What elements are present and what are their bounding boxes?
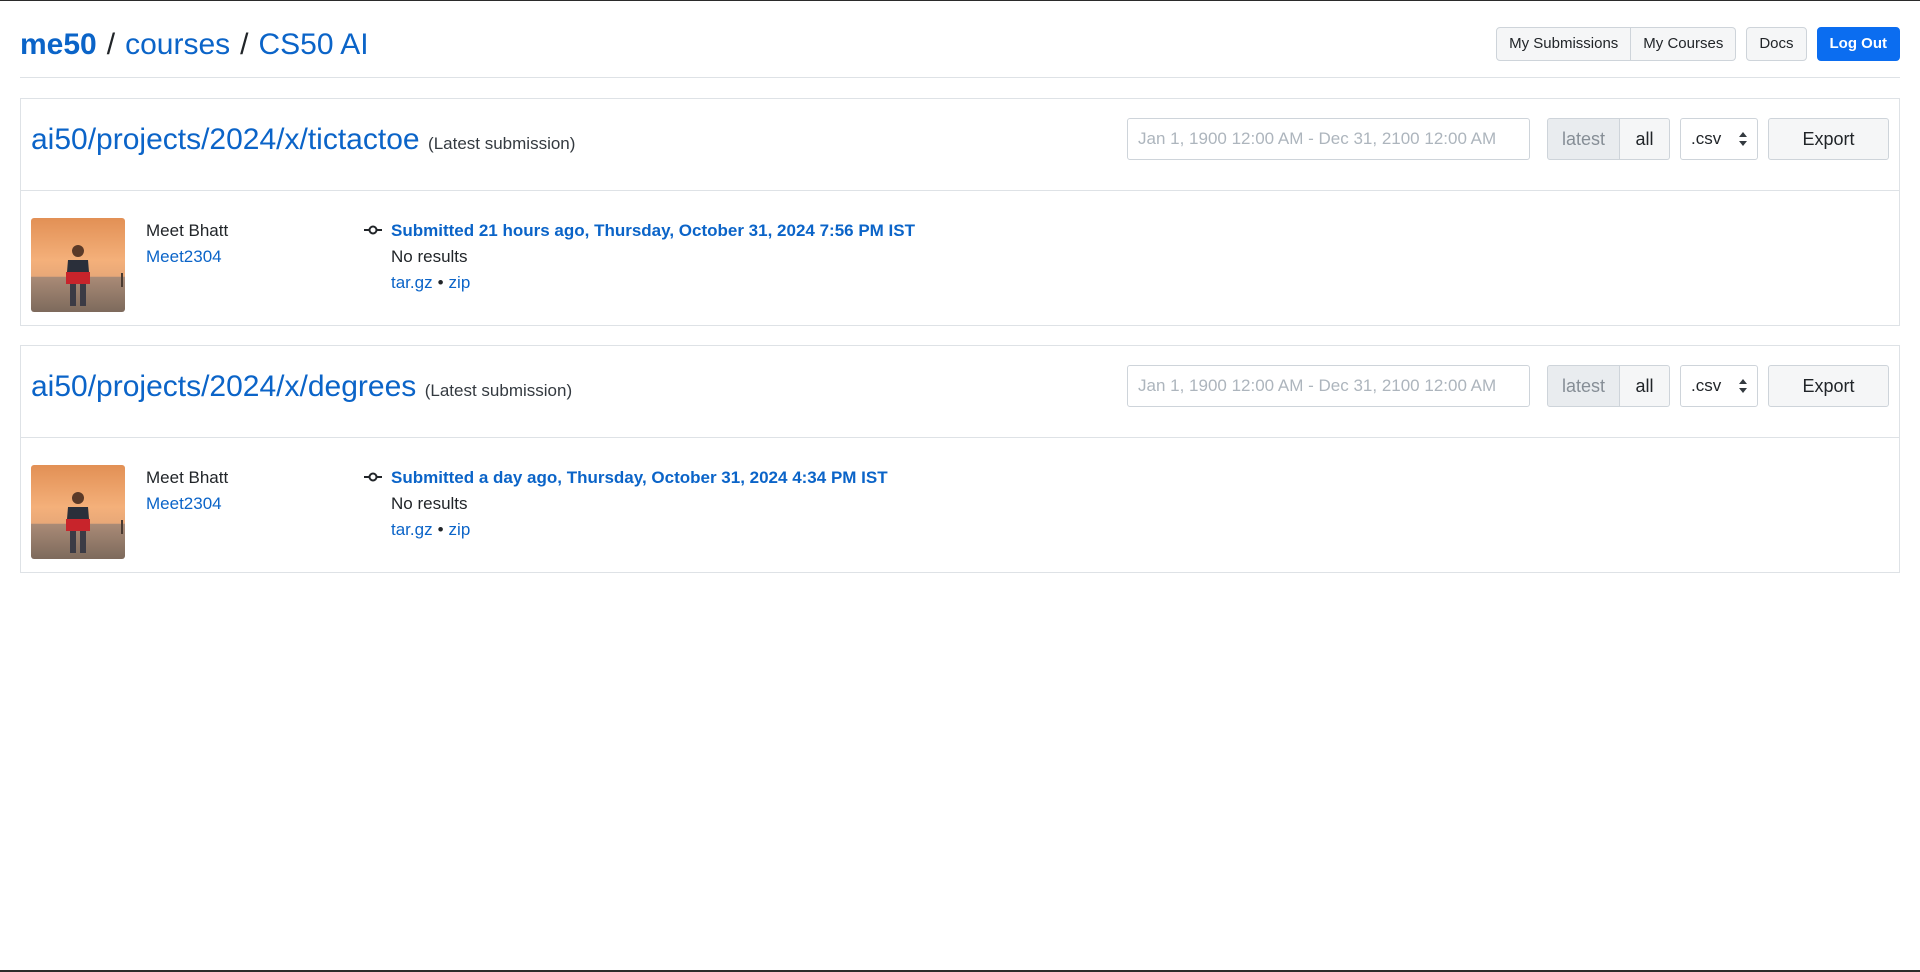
project-tools: latest all .csv Export bbox=[1127, 365, 1889, 407]
breadcrumb-course-link[interactable]: CS50 AI bbox=[258, 28, 368, 61]
all-toggle[interactable]: all bbox=[1620, 365, 1670, 407]
user-name: Meet Bhatt bbox=[146, 468, 229, 487]
avatar bbox=[31, 465, 125, 559]
latest-toggle[interactable]: latest bbox=[1547, 365, 1620, 407]
select-arrows-icon bbox=[1739, 379, 1747, 393]
format-select[interactable]: .csv bbox=[1680, 118, 1758, 160]
select-arrows-icon bbox=[1739, 132, 1747, 146]
project-tools: latest all .csv Export bbox=[1127, 118, 1889, 160]
brand-link[interactable]: me50 bbox=[20, 28, 97, 61]
user-name: Meet Bhatt bbox=[146, 221, 229, 240]
my-submissions-button[interactable]: My Submissions bbox=[1496, 27, 1632, 61]
format-select[interactable]: .csv bbox=[1680, 365, 1758, 407]
download-links: tar.gz • zip bbox=[391, 520, 470, 540]
result-text: No results bbox=[391, 494, 468, 513]
project-path-link[interactable]: ai50/projects/2024/x/degrees bbox=[31, 370, 416, 403]
download-separator: • bbox=[437, 273, 444, 292]
docs-button[interactable]: Docs bbox=[1746, 27, 1807, 61]
submission-row: Meet Bhatt Meet2304 Submitted 21 hours a… bbox=[21, 191, 1899, 325]
all-toggle[interactable]: all bbox=[1620, 118, 1670, 160]
export-button[interactable]: Export bbox=[1768, 118, 1889, 160]
result-text: No results bbox=[391, 247, 468, 266]
project-path-link[interactable]: ai50/projects/2024/x/tictactoe bbox=[31, 123, 420, 156]
download-separator: • bbox=[437, 520, 444, 539]
date-range-input[interactable] bbox=[1127, 365, 1530, 407]
breadcrumb: me50 / courses / CS50 AI bbox=[20, 25, 369, 65]
project-card-header: ai50/projects/2024/x/tictactoe (Latest s… bbox=[21, 99, 1899, 191]
commit-icon bbox=[364, 472, 382, 482]
breadcrumb-separator: / bbox=[240, 28, 249, 61]
format-select-value: .csv bbox=[1691, 376, 1722, 395]
breadcrumb-courses-link[interactable]: courses bbox=[125, 28, 230, 61]
submission-row: Meet Bhatt Meet2304 Submitted a day ago,… bbox=[21, 438, 1899, 572]
latest-toggle[interactable]: latest bbox=[1547, 118, 1620, 160]
avatar bbox=[31, 218, 125, 312]
latest-submission-tag: (Latest submission) bbox=[428, 134, 576, 153]
log-out-button[interactable]: Log Out bbox=[1816, 27, 1900, 61]
commit-icon bbox=[364, 225, 382, 235]
header: me50 / courses / CS50 AI My Submissions My C… bbox=[20, 1, 1900, 78]
download-targz-link[interactable]: tar.gz bbox=[391, 273, 433, 292]
page: me50 / courses / CS50 AI My Submissions My C… bbox=[0, 0, 1920, 972]
nav-buttons: My Submissions My Courses Docs Log Out bbox=[1496, 27, 1900, 61]
project-card-header: ai50/projects/2024/x/degrees (Latest sub… bbox=[21, 346, 1899, 438]
project-card: ai50/projects/2024/x/degrees (Latest sub… bbox=[20, 345, 1900, 573]
username-link[interactable]: Meet2304 bbox=[146, 494, 222, 514]
date-range-input[interactable] bbox=[1127, 118, 1530, 160]
project-card: ai50/projects/2024/x/tictactoe (Latest s… bbox=[20, 98, 1900, 326]
download-zip-link[interactable]: zip bbox=[449, 520, 471, 539]
breadcrumb-separator: / bbox=[106, 28, 116, 61]
format-select-value: .csv bbox=[1691, 129, 1722, 148]
submission-link[interactable]: Submitted a day ago, Thursday, October 3… bbox=[391, 468, 888, 488]
nav-button-group: My Submissions My Courses bbox=[1496, 27, 1737, 61]
project-title: ai50/projects/2024/x/degrees (Latest sub… bbox=[31, 370, 572, 404]
username-link[interactable]: Meet2304 bbox=[146, 247, 222, 267]
submission-filter-toggle: latest all bbox=[1547, 118, 1670, 160]
download-zip-link[interactable]: zip bbox=[449, 273, 471, 292]
latest-submission-tag: (Latest submission) bbox=[424, 381, 573, 400]
submission-link[interactable]: Submitted 21 hours ago, Thursday, Octobe… bbox=[391, 221, 915, 241]
submission-filter-toggle: latest all bbox=[1547, 365, 1670, 407]
download-targz-link[interactable]: tar.gz bbox=[391, 520, 433, 539]
export-button[interactable]: Export bbox=[1768, 365, 1889, 407]
project-title: ai50/projects/2024/x/tictactoe (Latest s… bbox=[31, 123, 575, 157]
download-links: tar.gz • zip bbox=[391, 273, 470, 293]
my-courses-button[interactable]: My Courses bbox=[1631, 27, 1737, 61]
